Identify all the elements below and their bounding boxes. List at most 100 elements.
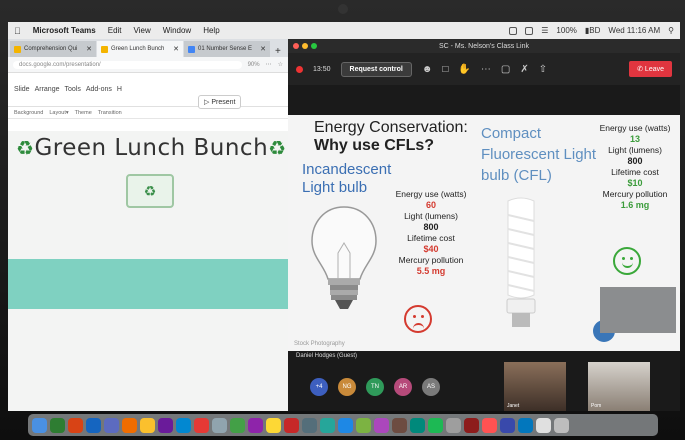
menu-view[interactable]: View bbox=[134, 26, 151, 35]
close-icon[interactable]: ✕ bbox=[86, 45, 92, 53]
browser-tab[interactable]: 01 Number Sense E ✕ bbox=[184, 41, 270, 57]
minimize-window-button[interactable] bbox=[302, 43, 308, 49]
terminal-icon[interactable] bbox=[464, 417, 479, 433]
lunch-logo-image: ♻ bbox=[126, 174, 174, 208]
stat-label: Energy use (watts) bbox=[599, 123, 671, 133]
podcasts-icon[interactable] bbox=[374, 417, 389, 433]
excel-icon[interactable] bbox=[50, 417, 65, 433]
menubar-app-name[interactable]: Microsoft Teams bbox=[33, 26, 96, 35]
outlook-icon[interactable] bbox=[518, 417, 533, 433]
leave-button[interactable]: ✆ Leave bbox=[629, 61, 672, 77]
spotlight-icon[interactable]: ⚲ bbox=[668, 26, 674, 35]
downloads-icon[interactable] bbox=[536, 417, 551, 433]
shared-screen: Energy Conservation: Why use CFLs? Incan… bbox=[288, 115, 680, 351]
menu-help[interactable]: Help bbox=[203, 26, 219, 35]
toolbar-theme[interactable]: Theme bbox=[75, 110, 92, 116]
present-button[interactable]: ▷ Present bbox=[198, 95, 242, 109]
preview-icon[interactable] bbox=[446, 417, 461, 433]
stat-label: Mercury pollution bbox=[602, 189, 668, 199]
menu-addons[interactable]: Add-ons bbox=[86, 86, 112, 93]
zoom-icon[interactable] bbox=[158, 417, 173, 433]
toolbar-background[interactable]: Background bbox=[14, 110, 43, 116]
itunes-icon[interactable] bbox=[248, 417, 263, 433]
chat-icon[interactable]: □ bbox=[442, 64, 448, 75]
menu-arrange[interactable]: Arrange bbox=[35, 86, 60, 93]
camera-off-icon[interactable]: ▢ bbox=[501, 64, 510, 75]
toolbar-layout[interactable]: Layout▾ bbox=[49, 110, 68, 116]
maps-icon[interactable] bbox=[320, 417, 335, 433]
stat-label: Light (lumens) bbox=[608, 145, 662, 155]
chrome-icon[interactable] bbox=[140, 417, 155, 433]
teams-status-icon[interactable] bbox=[509, 26, 518, 35]
word-icon[interactable] bbox=[86, 417, 101, 433]
menu-dots-icon[interactable]: ⋯ bbox=[266, 61, 272, 68]
browser-tab-active[interactable]: Green Lunch Bunch ✕ bbox=[97, 41, 183, 57]
toolbar-transition[interactable]: Transition bbox=[98, 110, 122, 116]
stat-label: Light (lumens) bbox=[404, 211, 458, 221]
menu-tools[interactable]: Tools bbox=[64, 86, 80, 93]
trash-icon[interactable] bbox=[554, 417, 569, 433]
photos-icon[interactable] bbox=[194, 417, 209, 433]
recycle-icon: ♻ bbox=[268, 136, 287, 160]
messages-icon[interactable] bbox=[230, 417, 245, 433]
cfl-stats: Energy use (watts) 13 Light (lumens) 800… bbox=[594, 123, 676, 211]
menu-help[interactable]: H bbox=[117, 86, 122, 93]
cfl-label: Compact Fluorescent Light bulb (CFL) bbox=[481, 125, 597, 184]
raise-hand-icon[interactable]: ✋ bbox=[458, 64, 470, 75]
meeting-controls: 13:50 Request control ☻ □ ✋ ⋯ ▢ ✗ ⇧ ✆ Le… bbox=[288, 53, 680, 85]
request-control-button[interactable]: Request control bbox=[340, 61, 412, 77]
launchpad-icon[interactable] bbox=[212, 417, 227, 433]
facetime-icon[interactable] bbox=[356, 417, 371, 433]
share-screen-icon[interactable]: ⇧ bbox=[539, 64, 547, 75]
participant-avatar[interactable]: NG bbox=[338, 377, 356, 396]
slide-title-text: Green Lunch Bunch bbox=[34, 135, 269, 161]
slides-icon bbox=[14, 45, 21, 53]
calendar-icon[interactable] bbox=[284, 417, 299, 433]
slides-icon bbox=[101, 45, 108, 53]
new-tab-button[interactable]: + bbox=[271, 46, 285, 57]
more-options-icon[interactable]: ⋯ bbox=[481, 64, 491, 75]
eye-shape bbox=[630, 257, 633, 260]
wifi-icon[interactable]: ☰ bbox=[541, 26, 548, 35]
slides-icon[interactable] bbox=[122, 417, 137, 433]
reminders-icon[interactable] bbox=[410, 417, 425, 433]
participant-video[interactable]: Pom bbox=[588, 362, 650, 411]
meeting-timer: 13:50 bbox=[313, 65, 331, 73]
participants-icon[interactable]: ☻ bbox=[422, 64, 433, 75]
participant-avatar[interactable]: TN bbox=[366, 377, 384, 396]
maximize-window-button[interactable] bbox=[311, 43, 317, 49]
menu-slide[interactable]: Slide bbox=[14, 86, 30, 93]
mail-icon[interactable] bbox=[482, 417, 497, 433]
notes-icon[interactable] bbox=[266, 417, 281, 433]
safari-icon[interactable] bbox=[176, 417, 191, 433]
word-doc-icon[interactable] bbox=[500, 417, 515, 433]
battery-icon[interactable]: ▮BD bbox=[585, 26, 601, 35]
teams-icon[interactable] bbox=[104, 417, 119, 433]
clock[interactable]: Wed 11:16 AM bbox=[608, 26, 660, 35]
mic-off-icon[interactable]: ✗ bbox=[520, 64, 528, 75]
spotify-icon[interactable] bbox=[428, 417, 443, 433]
finder-icon[interactable] bbox=[32, 417, 47, 433]
close-window-button[interactable] bbox=[293, 43, 299, 49]
teal-banner bbox=[8, 259, 288, 309]
app-store-icon[interactable] bbox=[338, 417, 353, 433]
contacts-icon[interactable] bbox=[392, 417, 407, 433]
star-icon[interactable]: ☆ bbox=[278, 61, 283, 68]
eye-shape bbox=[622, 257, 625, 260]
browser-tab[interactable]: Comprehension Qui ✕ bbox=[10, 41, 96, 57]
menu-window[interactable]: Window bbox=[163, 26, 191, 35]
powerpoint-icon[interactable] bbox=[68, 417, 83, 433]
participant-avatar[interactable]: AR bbox=[394, 377, 412, 396]
url-input[interactable]: docs.google.com/presentation/ bbox=[13, 60, 242, 69]
participant-video[interactable]: Janet bbox=[504, 362, 566, 411]
menu-edit[interactable]: Edit bbox=[108, 26, 122, 35]
incandescent-bulb-image bbox=[311, 206, 377, 309]
apple-icon[interactable]:  bbox=[14, 26, 21, 36]
participant-avatar[interactable]: AS bbox=[422, 377, 440, 396]
close-icon[interactable]: ✕ bbox=[173, 45, 179, 53]
settings-icon[interactable] bbox=[302, 417, 317, 433]
screen-share-icon[interactable] bbox=[525, 26, 534, 35]
close-icon[interactable]: ✕ bbox=[260, 45, 266, 53]
participant-avatar[interactable]: +4 bbox=[310, 377, 328, 396]
recording-icon bbox=[296, 65, 303, 73]
